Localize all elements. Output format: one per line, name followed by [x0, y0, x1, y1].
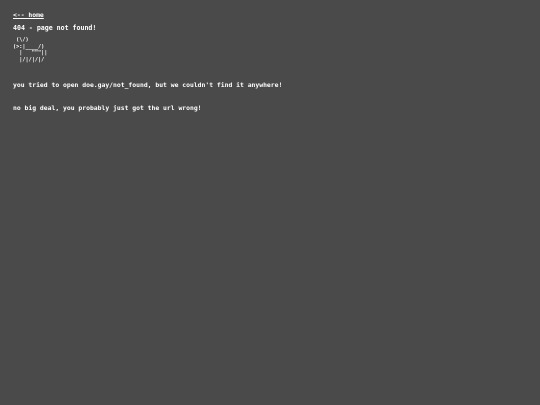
ascii-art: (\/) (>:|____/) | """|| |/|/|/|/ — [13, 37, 48, 63]
page-title: 404 - page not found! — [13, 24, 97, 32]
error-message: you tried to open doe.gay/not_found, but… — [13, 67, 282, 129]
error-message-line-1: you tried to open doe.gay/not_found, but… — [13, 81, 283, 90]
home-link[interactable]: <-- home — [13, 11, 44, 20]
error-message-line-2: no big deal, you probably just got the u… — [13, 104, 202, 113]
page: <-- home 404 - page not found! (\/) (>:|… — [0, 0, 540, 405]
